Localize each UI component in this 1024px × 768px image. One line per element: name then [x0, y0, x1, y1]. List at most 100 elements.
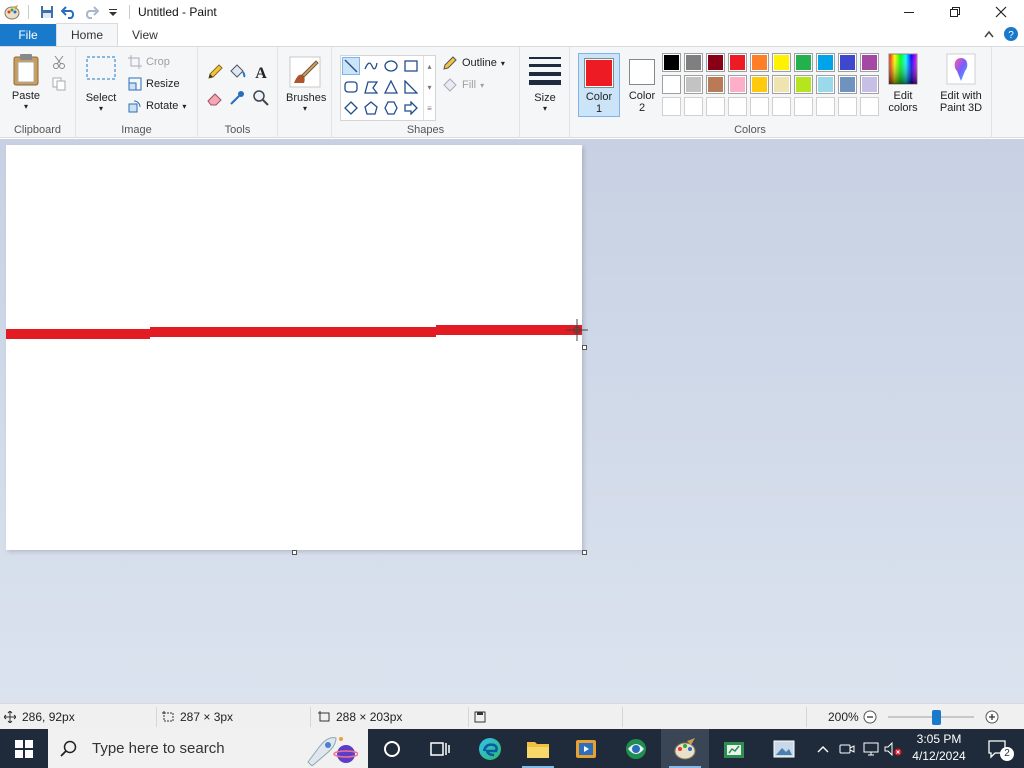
pencil-tool[interactable] [206, 63, 224, 84]
paint-app-icon[interactable] [2, 2, 22, 22]
palette-color-swatch[interactable] [706, 75, 725, 94]
resize-handle-bottom[interactable] [292, 550, 297, 555]
canvas-workspace[interactable] [0, 139, 1024, 703]
undo-icon[interactable] [59, 2, 79, 22]
palette-color-swatch[interactable] [706, 53, 725, 72]
eraser-tool[interactable] [206, 89, 224, 110]
palette-color-swatch[interactable] [750, 75, 769, 94]
paste-button[interactable]: Paste ▾ [6, 53, 46, 111]
palette-color-swatch[interactable] [860, 53, 879, 72]
palette-color-swatch[interactable] [684, 53, 703, 72]
color2-button[interactable]: Color 2 [622, 53, 662, 117]
redo-icon[interactable] [81, 2, 101, 22]
palette-color-swatch[interactable] [684, 75, 703, 94]
palette-color-swatch[interactable] [772, 53, 791, 72]
minimize-button[interactable] [886, 0, 932, 24]
palette-color-swatch[interactable] [750, 53, 769, 72]
outline-button[interactable]: Outline ▾ [442, 55, 505, 71]
notification-center-button[interactable]: 2 [978, 729, 1020, 768]
spreadsheet-taskbar-button[interactable] [710, 729, 758, 768]
edge-taskbar-button[interactable] [466, 729, 514, 768]
rounded-rectangle-shape[interactable] [342, 78, 360, 96]
drawing-canvas[interactable] [6, 145, 582, 550]
tab-file[interactable]: File [0, 24, 56, 46]
network-tray-icon[interactable] [860, 729, 882, 768]
palette-color-swatch[interactable] [860, 75, 879, 94]
palette-color-swatch[interactable] [728, 75, 747, 94]
oval-shape[interactable] [382, 57, 400, 75]
diamond-shape[interactable] [342, 99, 360, 117]
magnifier-tool[interactable] [252, 89, 270, 110]
custom-color-slot[interactable] [728, 97, 747, 116]
meet-now-tray-icon[interactable] [836, 729, 858, 768]
start-button[interactable] [0, 729, 48, 768]
custom-color-slot[interactable] [772, 97, 791, 116]
custom-color-slot[interactable] [816, 97, 835, 116]
palette-color-swatch[interactable] [816, 75, 835, 94]
custom-color-slot[interactable] [794, 97, 813, 116]
image-viewer-taskbar-button[interactable] [760, 729, 808, 768]
text-tool[interactable]: A [252, 63, 270, 84]
scroll-up-icon[interactable]: ▴ [424, 56, 435, 77]
zoom-in-icon[interactable] [985, 710, 999, 724]
restore-button[interactable] [932, 0, 978, 24]
hexagon-shape[interactable] [382, 99, 400, 117]
brushes-button[interactable]: Brushes ▾ [286, 55, 326, 113]
palette-color-swatch[interactable] [728, 53, 747, 72]
select-button[interactable]: Select ▾ [82, 55, 120, 113]
palette-color-swatch[interactable] [662, 75, 681, 94]
pentagon-shape[interactable] [362, 99, 380, 117]
custom-color-slot[interactable] [860, 97, 879, 116]
palette-color-swatch[interactable] [662, 53, 681, 72]
custom-color-slot[interactable] [662, 97, 681, 116]
edit-colors-button[interactable]: Edit colors [882, 53, 924, 114]
palette-color-swatch[interactable] [794, 53, 813, 72]
custom-color-slot[interactable] [838, 97, 857, 116]
palette-color-swatch[interactable] [838, 75, 857, 94]
resize-button[interactable]: Resize [128, 77, 180, 91]
close-button[interactable] [978, 0, 1024, 24]
palette-color-swatch[interactable] [816, 53, 835, 72]
triangle-shape[interactable] [382, 78, 400, 96]
tab-view[interactable]: View [118, 24, 172, 46]
palette-color-swatch[interactable] [772, 75, 791, 94]
polygon-shape[interactable] [362, 78, 380, 96]
zoom-out-icon[interactable] [863, 710, 877, 724]
customize-toolbar-dropdown-icon[interactable] [103, 2, 123, 22]
zoom-slider-thumb[interactable] [932, 710, 941, 725]
paint-taskbar-button[interactable] [661, 729, 709, 768]
taskbar-search-box[interactable]: Type here to search [48, 729, 368, 768]
palette-color-swatch[interactable] [838, 53, 857, 72]
media-player-taskbar-button[interactable] [562, 729, 610, 768]
fill-tool[interactable] [228, 63, 246, 84]
resize-handle-right[interactable] [582, 345, 587, 350]
photos-app-taskbar-button[interactable] [612, 729, 660, 768]
copy-button[interactable] [52, 77, 66, 94]
collapse-ribbon-icon[interactable] [984, 30, 994, 38]
show-hidden-icons-button[interactable] [812, 729, 834, 768]
custom-color-slot[interactable] [684, 97, 703, 116]
fill-button[interactable]: Fill ▾ [442, 77, 484, 93]
rectangle-shape[interactable] [402, 57, 420, 75]
taskbar-clock[interactable]: 3:05 PM 4/12/2024 [900, 731, 978, 765]
size-button[interactable]: Size ▾ [526, 55, 564, 113]
palette-color-swatch[interactable] [794, 75, 813, 94]
cut-button[interactable] [52, 55, 66, 72]
custom-color-slot[interactable] [750, 97, 769, 116]
help-icon[interactable]: ? [1004, 27, 1018, 41]
right-triangle-shape[interactable] [402, 78, 420, 96]
file-explorer-taskbar-button[interactable] [514, 729, 562, 768]
color1-button[interactable]: Color 1 [578, 53, 620, 117]
task-view-button[interactable] [416, 729, 464, 768]
line-shape[interactable] [342, 57, 360, 75]
right-arrow-shape[interactable] [402, 99, 420, 117]
color-picker-tool[interactable] [228, 89, 246, 110]
custom-color-slot[interactable] [706, 97, 725, 116]
zoom-slider-track[interactable] [888, 716, 974, 718]
task-view-cortana-button[interactable] [368, 729, 416, 768]
crop-button[interactable]: Crop [128, 55, 170, 69]
rotate-button[interactable]: Rotate ▾ [128, 99, 186, 113]
edit-with-paint3d-button[interactable]: Edit with Paint 3D [932, 53, 990, 114]
scroll-down-icon[interactable]: ▾ [424, 77, 435, 98]
shapes-scroll[interactable]: ▴ ▾ ≡ [423, 56, 435, 120]
